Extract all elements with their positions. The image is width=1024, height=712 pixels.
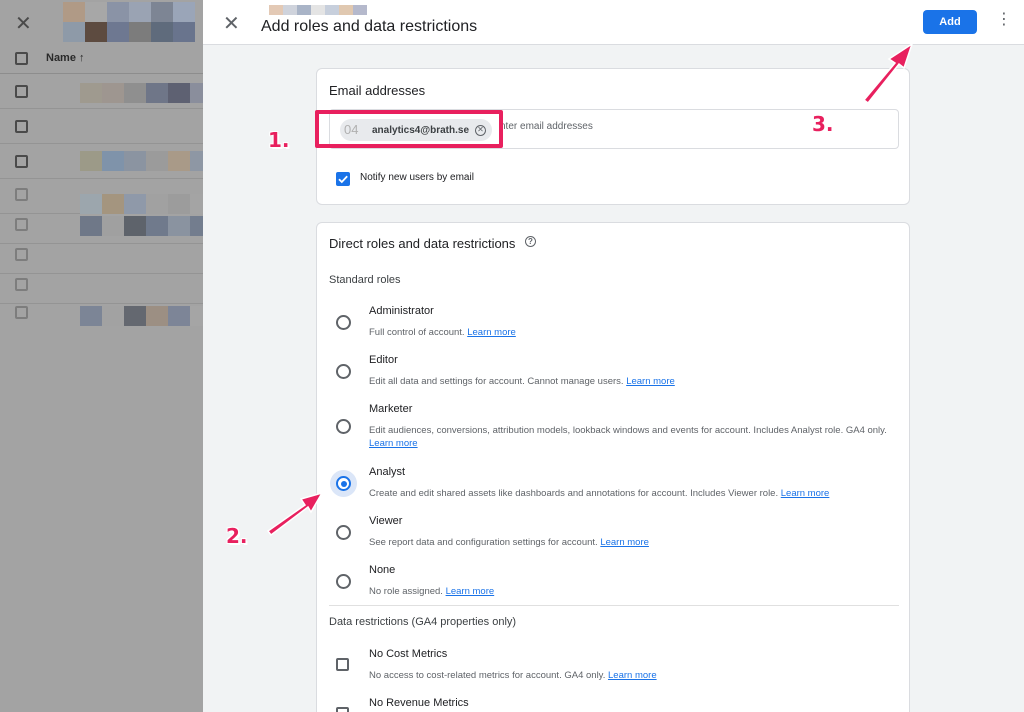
role-description: Full control of account. Learn more xyxy=(369,327,516,338)
data-restrictions-label: Data restrictions (GA4 properties only) xyxy=(329,616,517,628)
step-3-label: 3. xyxy=(812,112,834,136)
role-radio[interactable] xyxy=(336,364,351,379)
role-name: None xyxy=(369,564,396,576)
row-checkbox[interactable] xyxy=(15,155,28,168)
row-checkbox[interactable] xyxy=(15,218,28,231)
blurred-account-name xyxy=(269,5,367,15)
role-radio[interactable] xyxy=(336,574,351,589)
email-highlight-box xyxy=(315,110,503,148)
row-checkbox[interactable] xyxy=(15,306,28,319)
role-name: Viewer xyxy=(369,515,403,527)
check-icon xyxy=(338,175,348,184)
row-checkbox[interactable] xyxy=(15,248,28,261)
role-description: No role assigned. Learn more xyxy=(369,586,495,597)
table-row[interactable] xyxy=(0,75,212,109)
step-2-label: 2. xyxy=(226,524,248,548)
table-row[interactable] xyxy=(0,180,212,214)
row-checkbox[interactable] xyxy=(15,188,28,201)
add-roles-panel: ✕ Add roles and data restrictions Add ⋮ … xyxy=(203,0,1024,712)
roles-card-title: Direct roles and data restrictions xyxy=(329,236,516,251)
role-description: Edit audiences, conversions, attribution… xyxy=(369,425,887,449)
roles-card: Direct roles and data restrictions ? Sta… xyxy=(316,222,910,712)
background-close-icon: ✕ xyxy=(15,13,32,35)
background-user-list: ✕ Name ↑ xyxy=(0,0,212,712)
learn-more-link[interactable]: Learn more xyxy=(467,327,516,338)
role-radio[interactable] xyxy=(336,419,351,434)
learn-more-link[interactable]: Learn more xyxy=(626,376,675,387)
more-vert-icon[interactable]: ⋮ xyxy=(996,12,1012,28)
standard-roles-label: Standard roles xyxy=(329,274,401,286)
learn-more-link[interactable]: Learn more xyxy=(369,438,418,449)
role-name: Analyst xyxy=(369,466,406,478)
add-button[interactable]: Add xyxy=(923,10,977,34)
learn-more-link[interactable]: Learn more xyxy=(446,586,495,597)
restriction-name: No Cost Metrics xyxy=(369,648,448,660)
email-card-title: Email addresses xyxy=(329,83,426,98)
restriction-description: No access to cost-related metrics for ac… xyxy=(369,670,657,681)
help-icon[interactable]: ? xyxy=(525,236,536,247)
notify-label: Notify new users by email xyxy=(360,172,474,183)
row-checkbox[interactable] xyxy=(15,85,28,98)
role-radio[interactable] xyxy=(336,525,351,540)
restriction-name: No Revenue Metrics xyxy=(369,697,469,709)
table-row[interactable] xyxy=(0,110,205,144)
background-list-header: Name ↑ xyxy=(0,44,205,74)
blurred-avatars xyxy=(63,2,195,22)
row-checkbox[interactable] xyxy=(15,278,28,291)
role-description: Edit all data and settings for account. … xyxy=(369,376,675,387)
table-row[interactable] xyxy=(0,300,212,334)
learn-more-link[interactable]: Learn more xyxy=(608,670,657,681)
select-all-checkbox[interactable] xyxy=(15,52,28,65)
restriction-checkbox[interactable] xyxy=(336,658,349,671)
role-description: Create and edit shared assets like dashb… xyxy=(369,488,830,499)
table-row[interactable] xyxy=(0,240,205,274)
role-name: Editor xyxy=(369,354,398,366)
table-row[interactable] xyxy=(0,210,212,244)
learn-more-link[interactable]: Learn more xyxy=(600,537,649,548)
role-name: Administrator xyxy=(369,305,434,317)
notify-checkbox[interactable] xyxy=(336,172,350,186)
table-row[interactable] xyxy=(0,270,205,304)
role-radio[interactable] xyxy=(336,315,351,330)
step-1-label: 1. xyxy=(268,128,290,152)
role-description: See report data and configuration settin… xyxy=(369,537,649,548)
learn-more-link[interactable]: Learn more xyxy=(781,488,830,499)
divider xyxy=(329,605,899,606)
close-icon[interactable]: ✕ xyxy=(223,11,240,36)
role-name: Marketer xyxy=(369,403,413,415)
table-row[interactable] xyxy=(0,145,212,179)
panel-title: Add roles and data restrictions xyxy=(261,18,478,35)
restriction-checkbox[interactable] xyxy=(336,707,349,712)
blurred-avatars xyxy=(63,22,195,42)
name-column-header[interactable]: Name ↑ xyxy=(46,52,85,64)
panel-header: ✕ Add roles and data restrictions Add ⋮ xyxy=(203,0,1024,45)
role-radio[interactable] xyxy=(336,476,351,491)
row-checkbox[interactable] xyxy=(15,120,28,133)
